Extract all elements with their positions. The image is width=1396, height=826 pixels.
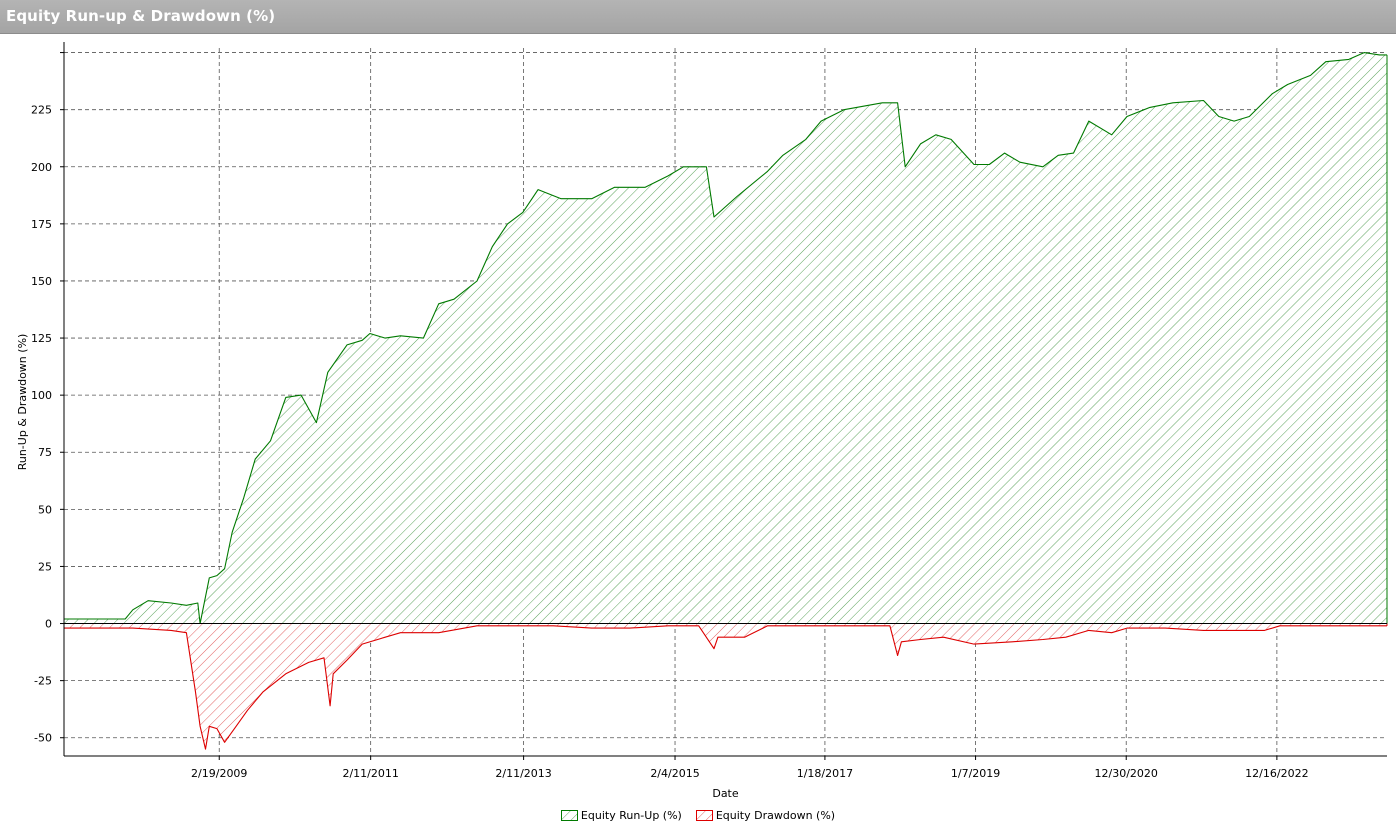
equity-runup-drawdown-chart: -50 -25 0 25 50 75 100 125 150 175 200 225 2/19/2009…: [16, 42, 1388, 800]
series-areas: [64, 52, 1388, 750]
x-tick-label: 2/4/2015: [650, 767, 699, 780]
y-tick-label: 150: [31, 275, 52, 288]
x-tick-label: 2/11/2011: [342, 767, 398, 780]
x-tick-label: 1/7/2019: [951, 767, 1000, 780]
y-tick-label: 50: [38, 503, 52, 516]
x-tick-label: 2/11/2013: [495, 767, 551, 780]
drawdown-area: [64, 623, 1387, 750]
x-tick-label: 1/18/2017: [797, 767, 853, 780]
y-tick-label: 125: [31, 332, 52, 345]
window-title: Equity Run-up & Drawdown (%): [6, 7, 276, 25]
y-tick-label: 75: [38, 446, 52, 459]
chart-legend: Equity Run-Up (%) Equity Drawdown (%): [0, 806, 1396, 824]
y-tick-label: -25: [34, 675, 52, 688]
y-tick-label: 0: [45, 618, 52, 631]
legend-label-runup: Equity Run-Up (%): [580, 808, 682, 822]
x-tick-label: 2/19/2009: [191, 767, 247, 780]
legend-swatch-runup: [560, 809, 578, 821]
x-axis-label: Date: [712, 787, 739, 800]
legend-item-drawdown: Equity Drawdown (%): [695, 808, 836, 822]
x-tick-label: 12/16/2022: [1245, 767, 1308, 780]
legend-swatch-drawdown: [695, 809, 713, 821]
y-tick-label: -50: [34, 732, 52, 745]
title-bar: Equity Run-up & Drawdown (%): [0, 0, 1396, 34]
y-tick-label: 200: [31, 161, 52, 174]
legend-item-runup: Equity Run-Up (%): [560, 808, 682, 822]
x-tick-label: 12/30/2020: [1095, 767, 1158, 780]
y-tick-label: 225: [31, 104, 52, 117]
y-tick-label: 100: [31, 389, 52, 402]
y-axis-label: Run-Up & Drawdown (%): [16, 334, 29, 471]
y-tick-label: 175: [31, 218, 52, 231]
y-tick-label: 25: [38, 560, 52, 573]
legend-label-drawdown: Equity Drawdown (%): [715, 808, 836, 822]
